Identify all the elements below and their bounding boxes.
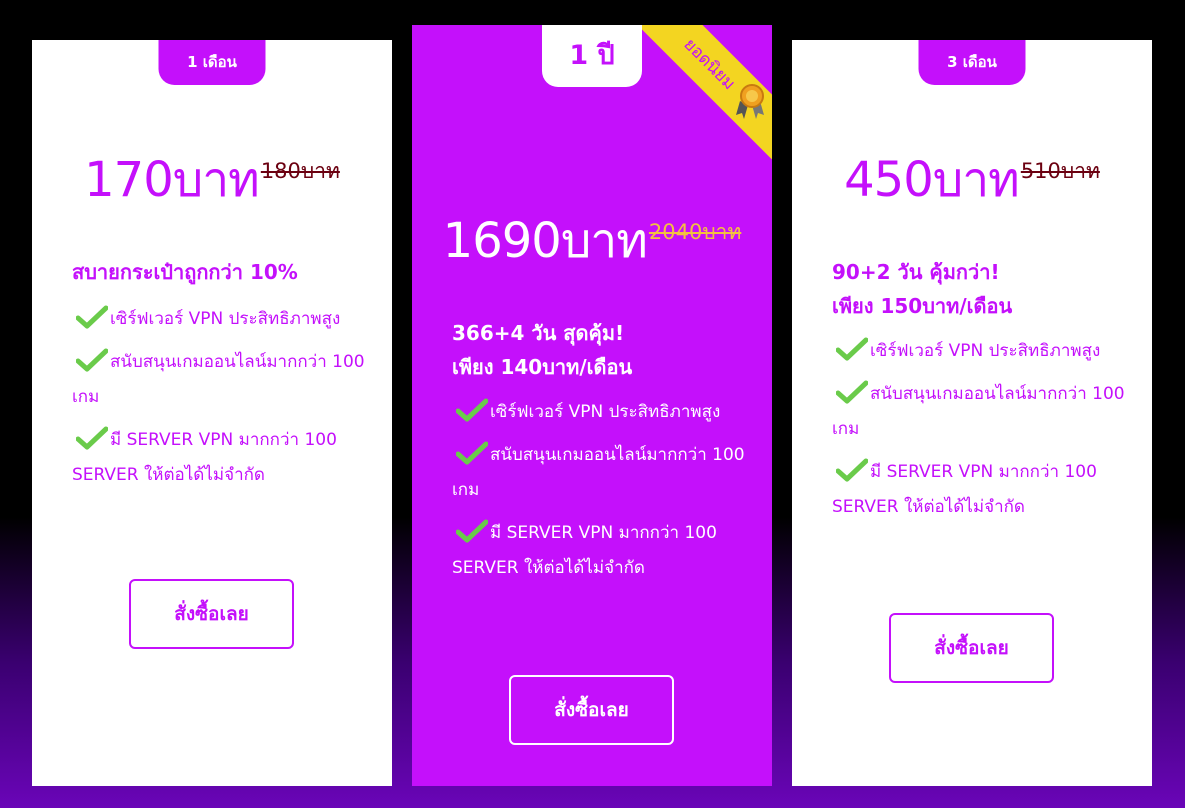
price-block: 1690บาท2040บาท (412, 203, 772, 279)
plan-card-3-months: 3 เดือน 450บาท510บาท 90+2 วัน คุ้มกว่า! … (792, 40, 1152, 786)
medal-icon (736, 84, 764, 119)
feature-item: เซิร์ฟเวอร์ VPN ประสิทธิภาพสูง (452, 395, 752, 430)
plan-card-1-month: 1 เดือน 170บาท180บาท สบายกระเป๋าถูกกว่า … (32, 40, 392, 786)
feature-list: เซิร์ฟเวอร์ VPN ประสิทธิภาพสูง สนับสนุนเ… (72, 302, 372, 501)
headline-line: 366+4 วัน สุดคุ้ม! (452, 321, 625, 345)
current-price: 170บาท (84, 152, 260, 208)
feature-item: สนับสนุนเกมออนไลน์มากกว่า 100 เกม (452, 438, 752, 508)
headline-line: สบายกระเป๋าถูกกว่า 10% (72, 260, 298, 284)
feature-item: สนับสนุนเกมออนไลน์มากกว่า 100 เกม (832, 377, 1132, 447)
ribbon-label: ยอดนิยม (679, 34, 740, 95)
old-price: 2040บาท (648, 220, 742, 244)
current-price: 450บาท (844, 152, 1020, 208)
plan-tab: 1 ปี (542, 25, 642, 87)
old-price: 510บาท (1020, 159, 1100, 183)
feature-item: มี SERVER VPN มากกว่า 100 SERVER ให้ต่อไ… (452, 516, 752, 586)
check-icon (76, 305, 108, 329)
feature-item: เซิร์ฟเวอร์ VPN ประสิทธิภาพสูง (72, 302, 372, 337)
price-block: 450บาท510บาท (792, 142, 1152, 218)
feature-item: มี SERVER VPN มากกว่า 100 SERVER ให้ต่อไ… (832, 455, 1132, 525)
current-price: 1690บาท (442, 213, 648, 269)
check-icon (76, 348, 108, 372)
plan-card-1-year: ยอดนิยม 1 ปี 1690บาท2040บาท 366+4 วัน สุ… (412, 25, 772, 786)
plan-headline: สบายกระเป๋าถูกกว่า 10% (72, 255, 372, 289)
plan-tab: 3 เดือน (918, 40, 1026, 85)
feature-list: เซิร์ฟเวอร์ VPN ประสิทธิภาพสูง สนับสนุนเ… (452, 395, 752, 594)
plan-headline: 90+2 วัน คุ้มกว่า! เพียง 150บาท/เดือน (832, 255, 1132, 323)
plan-headline: 366+4 วัน สุดคุ้ม! เพียง 140บาท/เดือน (452, 316, 752, 384)
old-price: 180บาท (260, 159, 340, 183)
plan-tab: 1 เดือน (158, 40, 266, 85)
order-button[interactable]: สั่งซื้อเลย (889, 613, 1054, 683)
check-icon (456, 519, 488, 543)
feature-list: เซิร์ฟเวอร์ VPN ประสิทธิภาพสูง สนับสนุนเ… (832, 334, 1132, 533)
order-button[interactable]: สั่งซื้อเลย (509, 675, 674, 745)
check-icon (456, 398, 488, 422)
feature-item: มี SERVER VPN มากกว่า 100 SERVER ให้ต่อไ… (72, 423, 372, 493)
headline-line: เพียง 150บาท/เดือน (832, 294, 1013, 318)
check-icon (836, 337, 868, 361)
check-icon (836, 380, 868, 404)
headline-line: เพียง 140บาท/เดือน (452, 355, 633, 379)
price-block: 170บาท180บาท (32, 142, 392, 218)
check-icon (836, 458, 868, 482)
feature-item: เซิร์ฟเวอร์ VPN ประสิทธิภาพสูง (832, 334, 1132, 369)
order-button[interactable]: สั่งซื้อเลย (129, 579, 294, 649)
check-icon (456, 441, 488, 465)
headline-line: 90+2 วัน คุ้มกว่า! (832, 260, 1000, 284)
check-icon (76, 426, 108, 450)
feature-item: สนับสนุนเกมออนไลน์มากกว่า 100 เกม (72, 345, 372, 415)
